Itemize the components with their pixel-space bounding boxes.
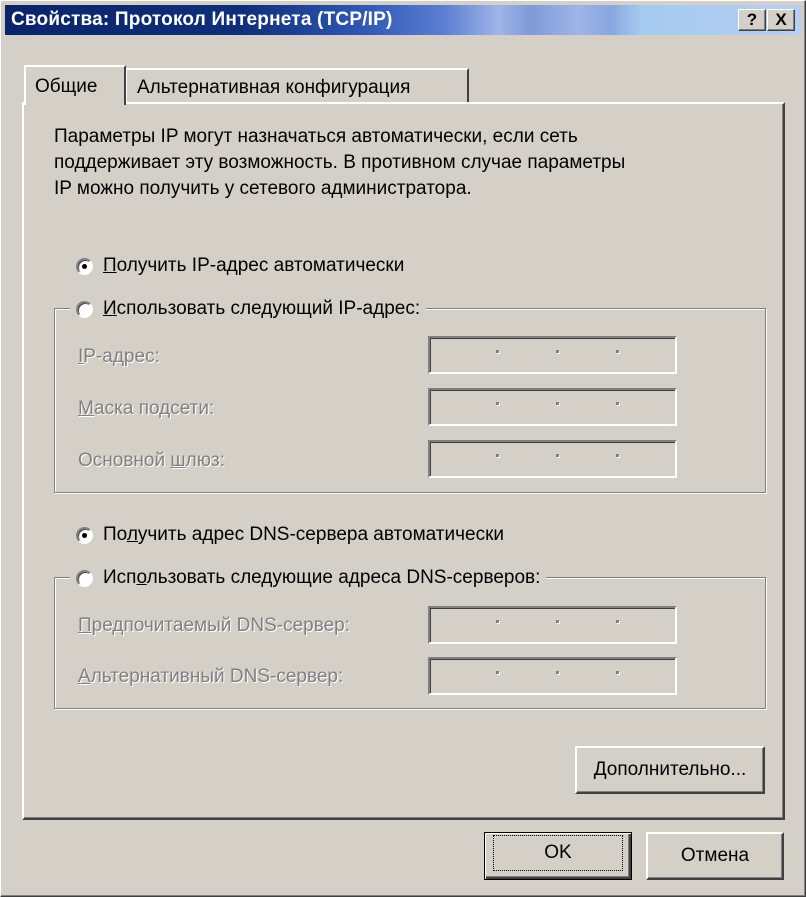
description-line: IP можно получить у сетевого администрат… [54, 178, 472, 199]
ip-address-input[interactable] [428, 336, 677, 374]
tab-alternate-label: Альтернативная конфигурация [137, 77, 411, 98]
radio-selected-icon [76, 526, 93, 544]
cancel-button[interactable]: Отмена [646, 832, 784, 880]
description-line: поддерживает эту возможность. В противно… [54, 152, 626, 173]
description-line: Параметры IP могут назначаться автоматич… [54, 126, 578, 147]
title-bar[interactable]: Свойства: Протокол Интернета (TCP/IP) ? … [5, 5, 801, 35]
dns-manual-label: Использовать следующие адреса DNS-сервер… [103, 567, 541, 588]
preferred-dns-label: Предпочитаемый DNS-сервер: [78, 615, 351, 636]
subnet-mask-input[interactable] [428, 388, 677, 426]
default-gateway-label: Основной шлюз: [78, 450, 225, 471]
radio-selected-icon [76, 257, 93, 275]
ip-address-label: IP-адрес: [78, 346, 160, 367]
dns-manual-radio[interactable]: Использовать следующие адреса DNS-сервер… [70, 567, 547, 589]
close-button[interactable]: X [767, 9, 795, 31]
ip-manual-label: Использовать следующий IP-адрес: [103, 298, 421, 319]
window-title: Свойства: Протокол Интернета (TCP/IP) [11, 9, 393, 30]
preferred-dns-input[interactable] [428, 606, 677, 644]
description-text: Параметры IP могут назначаться автоматич… [54, 124, 744, 202]
ip-manual-radio[interactable]: Использовать следующий IP-адрес: [70, 298, 427, 320]
radio-unselected-icon [76, 569, 93, 587]
subnet-mask-label: Маска подсети: [78, 398, 215, 419]
ip-auto-radio[interactable]: Получить IP-адрес автоматически [76, 255, 411, 277]
tab-general-label: Общие [35, 76, 98, 97]
radio-unselected-icon [76, 300, 93, 318]
help-button[interactable]: ? [738, 9, 766, 31]
default-gateway-input[interactable] [428, 440, 677, 478]
alternate-dns-input[interactable] [428, 657, 677, 695]
dns-auto-radio[interactable]: Получить адрес DNS-сервера автоматически [76, 524, 511, 546]
tab-alternate-configuration[interactable]: Альтернативная конфигурация [125, 68, 469, 104]
ok-button[interactable]: OK [484, 832, 632, 880]
tab-general[interactable]: Общие [24, 65, 126, 105]
advanced-button[interactable]: Дополнительно... [575, 746, 765, 794]
dns-auto-label: Получить адрес DNS-сервера автоматически [103, 524, 505, 545]
alternate-dns-label: Альтернативный DNS-сервер: [78, 666, 344, 687]
ok-button-label: OK [493, 835, 623, 871]
ip-auto-label: Получить IP-адрес автоматически [103, 255, 405, 276]
